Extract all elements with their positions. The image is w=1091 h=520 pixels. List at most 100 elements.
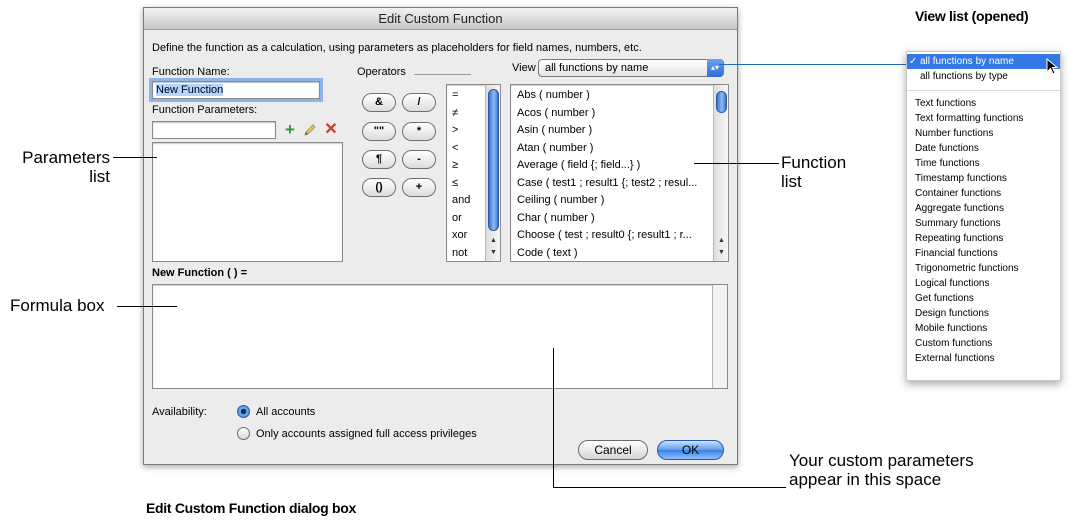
menu-item-summary[interactable]: Summary functions xyxy=(907,216,1060,231)
operator-list[interactable]: = ≠ > < ≥ ≤ and or xor not ▲ ▼ xyxy=(446,84,501,262)
function-list[interactable]: Abs ( number ) Acos ( number ) Asin ( nu… xyxy=(510,84,729,262)
formula-box[interactable] xyxy=(152,284,728,389)
operator-item[interactable]: xor xyxy=(447,227,487,245)
function-item[interactable]: Abs ( number ) xyxy=(511,87,714,105)
operator-item[interactable]: ≥ xyxy=(447,157,487,175)
op-ampersand-button[interactable]: & xyxy=(362,93,396,112)
radio-all-accounts[interactable] xyxy=(237,405,250,418)
operator-item[interactable]: > xyxy=(447,122,487,140)
function-item[interactable]: Char ( number ) xyxy=(511,210,714,228)
formula-label: New Function ( ) = xyxy=(152,267,248,279)
menu-item-time[interactable]: Time functions xyxy=(907,156,1060,171)
op-quotes-button[interactable]: "" xyxy=(362,122,396,141)
function-item[interactable]: Atan ( number ) xyxy=(511,140,714,158)
menu-item-financial[interactable]: Financial functions xyxy=(907,246,1060,261)
function-item[interactable]: Acos ( number ) xyxy=(511,105,714,123)
op-plus-button[interactable]: + xyxy=(402,178,436,197)
scroll-up-icon[interactable]: ▲ xyxy=(486,235,500,247)
x-icon[interactable]: ✕ xyxy=(322,121,340,139)
function-item[interactable]: Case ( test1 ; result1 {; test2 ; resul.… xyxy=(511,175,714,193)
menu-item-all-by-type[interactable]: all functions by type xyxy=(907,69,1060,84)
op-divide-button[interactable]: / xyxy=(402,93,436,112)
parameters-list[interactable] xyxy=(152,142,343,262)
menu-item-timestamp[interactable]: Timestamp functions xyxy=(907,171,1060,186)
menu-item-mobile[interactable]: Mobile functions xyxy=(907,321,1060,336)
availability-label: Availability: xyxy=(152,406,207,418)
operator-item[interactable]: = xyxy=(447,87,487,105)
custom-params-callout: Your custom parameters appear in this sp… xyxy=(789,451,974,489)
pencil-icon[interactable] xyxy=(301,121,319,139)
function-item[interactable]: Average ( field {; field...} ) xyxy=(511,157,714,175)
cancel-button[interactable]: Cancel xyxy=(578,440,648,460)
operator-item[interactable]: or xyxy=(447,210,487,228)
view-list-heading: View list (opened) xyxy=(915,8,1029,24)
function-list-leader-line xyxy=(694,163,779,164)
mouse-pointer-icon xyxy=(1046,57,1060,76)
menu-item-date[interactable]: Date functions xyxy=(907,141,1060,156)
operator-list-scrollbar[interactable]: ▲ ▼ xyxy=(485,85,500,261)
callout-line-2: list xyxy=(89,167,110,186)
op-multiply-button[interactable]: * xyxy=(402,122,436,141)
function-item[interactable]: Code ( text ) xyxy=(511,245,714,262)
custom-params-vertical-line xyxy=(553,348,554,488)
scroll-thumb[interactable] xyxy=(716,91,727,113)
operators-label: Operators xyxy=(357,66,406,78)
full-access-label[interactable]: Only accounts assigned full access privi… xyxy=(256,428,477,440)
view-select-value: all functions by name xyxy=(545,62,649,74)
menu-item-number[interactable]: Number functions xyxy=(907,126,1060,141)
parameters-list-callout: Parameters list xyxy=(10,148,110,186)
menu-item-aggregate[interactable]: Aggregate functions xyxy=(907,201,1060,216)
menu-item-get[interactable]: Get functions xyxy=(907,291,1060,306)
function-list-scrollbar[interactable]: ▲ ▼ xyxy=(713,85,728,261)
dialog-title: Edit Custom Function xyxy=(144,8,737,30)
formula-leader-line xyxy=(117,306,177,307)
function-item[interactable]: Asin ( number ) xyxy=(511,122,714,140)
op-pilcrow-button[interactable]: ¶ xyxy=(362,150,396,169)
menu-item-custom[interactable]: Custom functions xyxy=(907,336,1060,351)
menu-item-label: all functions by name xyxy=(920,56,1014,67)
formula-scrollbar[interactable] xyxy=(712,285,727,388)
menu-item-all-by-name[interactable]: ✓ all functions by name xyxy=(907,54,1060,69)
menu-item-design[interactable]: Design functions xyxy=(907,306,1060,321)
callout-line-1: Your custom parameters xyxy=(789,451,974,470)
callout-line-2: list xyxy=(781,172,802,191)
operator-item[interactable]: and xyxy=(447,192,487,210)
edit-custom-function-dialog: Edit Custom Function Define the function… xyxy=(143,7,738,465)
menu-item-text-formatting[interactable]: Text formatting functions xyxy=(907,111,1060,126)
menu-item-text[interactable]: Text functions xyxy=(907,96,1060,111)
view-list-leader-line xyxy=(719,64,907,65)
function-name-label: Function Name: xyxy=(152,66,230,78)
scroll-up-icon[interactable]: ▲ xyxy=(714,235,728,247)
plus-icon[interactable]: + xyxy=(281,121,299,139)
op-parens-button[interactable]: () xyxy=(362,178,396,197)
operator-item[interactable]: ≤ xyxy=(447,175,487,193)
radio-full-access[interactable] xyxy=(237,427,250,440)
function-name-field[interactable]: New Function xyxy=(149,78,323,102)
function-item[interactable]: Ceiling ( number ) xyxy=(511,192,714,210)
dialog-caption: Edit Custom Function dialog box xyxy=(146,500,357,516)
menu-item-container[interactable]: Container functions xyxy=(907,186,1060,201)
operator-item[interactable]: < xyxy=(447,140,487,158)
scroll-down-icon[interactable]: ▼ xyxy=(486,247,500,259)
menu-separator xyxy=(907,90,1060,91)
menu-item-logical[interactable]: Logical functions xyxy=(907,276,1060,291)
operators-rule xyxy=(414,74,471,75)
parameter-name-field[interactable] xyxy=(152,121,276,139)
checkmark-icon: ✓ xyxy=(909,56,918,67)
op-minus-button[interactable]: - xyxy=(402,150,436,169)
view-select[interactable]: all functions by name ▴▾ xyxy=(538,59,724,77)
menu-item-repeating[interactable]: Repeating functions xyxy=(907,231,1060,246)
all-accounts-label[interactable]: All accounts xyxy=(256,406,315,418)
menu-item-trigonometric[interactable]: Trigonometric functions xyxy=(907,261,1060,276)
operator-item[interactable]: ≠ xyxy=(447,105,487,123)
menu-item-external[interactable]: External functions xyxy=(907,351,1060,366)
operator-item[interactable]: not xyxy=(447,245,487,262)
view-label: View xyxy=(512,62,536,74)
callout-line-1: Parameters xyxy=(22,148,110,167)
scroll-thumb[interactable] xyxy=(488,89,499,231)
view-list-menu[interactable]: ✓ all functions by name all functions by… xyxy=(906,51,1061,381)
scroll-down-icon[interactable]: ▼ xyxy=(714,247,728,259)
ok-button[interactable]: OK xyxy=(657,440,724,460)
function-item[interactable]: Choose ( test ; result0 {; result1 ; r..… xyxy=(511,227,714,245)
callout-line-1: Function xyxy=(781,153,847,172)
